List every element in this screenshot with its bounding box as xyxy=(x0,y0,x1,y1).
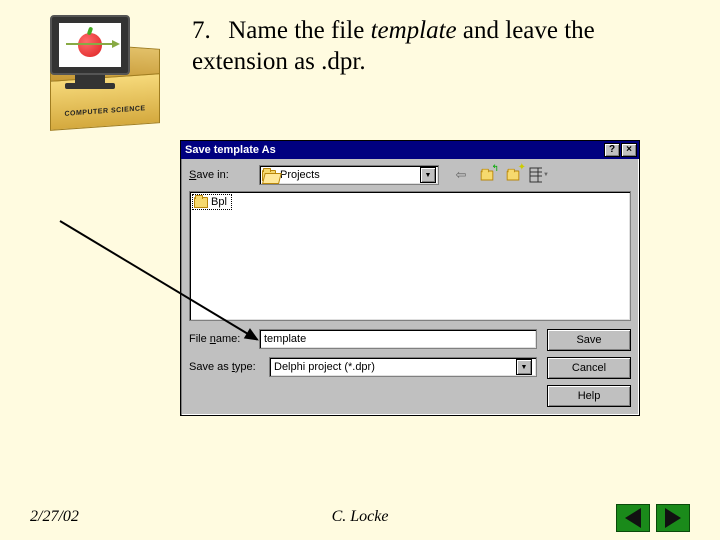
savetype-combo[interactable]: Delphi project (*.dpr) ▼ xyxy=(269,357,537,377)
dialog-title: Save template As xyxy=(185,144,276,156)
save-in-label: Save Save in:in: xyxy=(189,169,253,181)
up-one-level-icon[interactable]: ↰ xyxy=(477,165,497,185)
next-slide-button[interactable] xyxy=(656,504,690,532)
prev-slide-button[interactable] xyxy=(616,504,650,532)
file-list[interactable]: Bpl xyxy=(189,191,631,321)
save-as-dialog: Save template As ? × Save Save in:in: Pr… xyxy=(180,140,640,416)
folder-icon xyxy=(194,197,208,208)
instruction-number: 7. xyxy=(192,15,222,46)
savetype-label: Save as type: xyxy=(189,361,263,373)
slide-footer: 2/27/02 C. Locke xyxy=(0,508,720,526)
cs-logo-caption: COMPUTER SCIENCE xyxy=(50,73,160,131)
chevron-down-icon[interactable]: ▼ xyxy=(516,359,532,375)
save-in-value: Projects xyxy=(280,169,320,181)
back-icon[interactable]: ⇦ xyxy=(451,165,471,185)
titlebar-help-button[interactable]: ? xyxy=(604,143,620,157)
filename-value: template xyxy=(264,333,306,345)
instruction-italic: template xyxy=(371,17,457,44)
monitor-graphic xyxy=(50,15,130,75)
folder-open-icon xyxy=(262,170,276,181)
list-item-label: Bpl xyxy=(211,196,227,208)
cs-logo: COMPUTER SCIENCE xyxy=(30,15,150,89)
list-item[interactable]: Bpl xyxy=(192,194,232,210)
new-folder-icon[interactable]: ✦ xyxy=(503,165,523,185)
view-menu-icon[interactable]: ▼ xyxy=(529,165,549,185)
instruction-before: Name the file xyxy=(228,17,370,44)
save-in-combo[interactable]: Projects ▼ xyxy=(259,165,439,185)
triangle-left-icon xyxy=(625,508,641,528)
triangle-right-icon xyxy=(665,508,681,528)
cancel-button[interactable]: Cancel xyxy=(547,357,631,379)
savetype-value: Delphi project (*.dpr) xyxy=(274,361,375,373)
filename-label: File name: xyxy=(189,333,253,345)
titlebar-close-button[interactable]: × xyxy=(621,143,637,157)
titlebar: Save template As ? × xyxy=(181,141,639,159)
help-button[interactable]: Help xyxy=(547,385,631,407)
footer-author: C. Locke xyxy=(0,508,720,526)
instruction-text: 7. Name the file template and leave the … xyxy=(192,15,692,78)
chevron-down-icon[interactable]: ▼ xyxy=(420,167,436,183)
filename-input[interactable]: template xyxy=(259,329,537,349)
save-button[interactable]: Save xyxy=(547,329,631,351)
